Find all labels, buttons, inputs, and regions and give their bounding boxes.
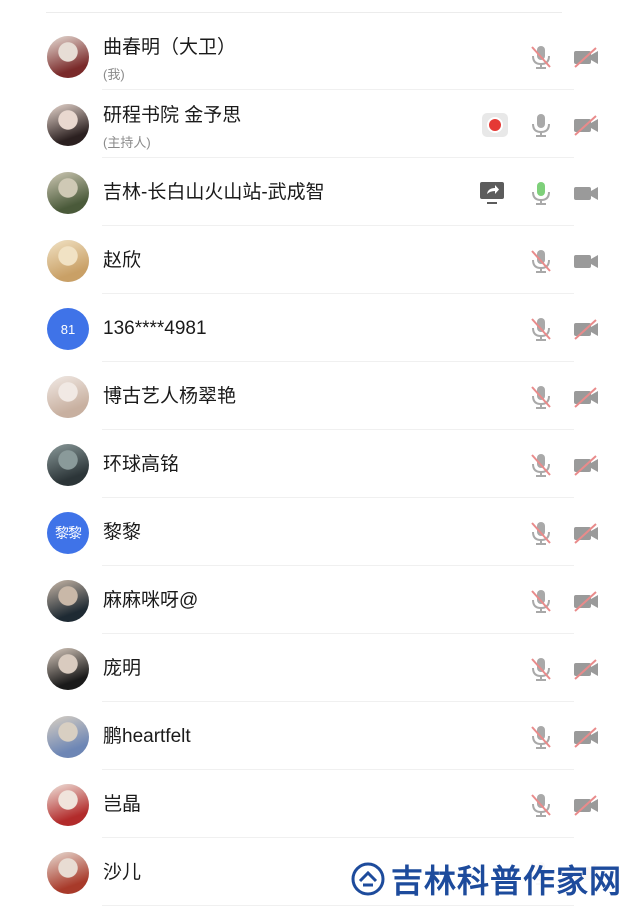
participant-controls (432, 294, 632, 362)
avatar-photo (47, 104, 89, 146)
participant-row[interactable]: 麻麻咪呀@ (0, 566, 632, 634)
avatar-photo (47, 376, 89, 418)
avatar-photo (47, 784, 89, 826)
camera-off-icon[interactable] (572, 519, 600, 547)
top-divider (46, 12, 562, 13)
participant-controls (432, 158, 632, 226)
camera-off-icon[interactable] (572, 791, 600, 819)
mic-muted-icon[interactable] (527, 519, 555, 547)
avatar-photo (47, 444, 89, 486)
participant-row[interactable]: 研程书院 金予思 (主持人) (0, 90, 632, 158)
participant-row[interactable]: 81 136****4981 (0, 294, 632, 362)
participant-row[interactable]: 岂晶 (0, 770, 632, 838)
participant-controls (432, 90, 632, 158)
avatar-photo (47, 716, 89, 758)
camera-off-icon[interactable] (572, 43, 600, 71)
camera-icon[interactable] (572, 179, 600, 207)
avatar (47, 444, 89, 486)
avatar (47, 172, 89, 214)
avatar: 黎黎 (47, 512, 89, 554)
watermark-text: 吉林科普作家网 (390, 863, 622, 899)
participant-row[interactable]: 黎黎 黎黎 (0, 498, 632, 566)
participant-controls (432, 362, 632, 430)
mic-muted-icon[interactable] (527, 383, 555, 411)
avatar-photo (47, 648, 89, 690)
participant-name: 黎黎 (103, 522, 142, 543)
avatar-photo (47, 36, 89, 78)
participant-name: 136****4981 (103, 318, 207, 339)
participant-controls (432, 702, 632, 770)
participant-row[interactable]: 庞明 (0, 634, 632, 702)
camera-off-icon[interactable] (572, 383, 600, 411)
participant-controls (432, 430, 632, 498)
camera-off-icon[interactable] (572, 111, 600, 139)
mic-speaking-icon[interactable] (527, 179, 555, 207)
participant-controls (432, 566, 632, 634)
participant-controls (432, 498, 632, 566)
participant-name: 吉林-长白山火山站-武成智 (103, 182, 325, 203)
participant-row[interactable]: 赵欣 (0, 226, 632, 294)
mic-muted-icon[interactable] (527, 247, 555, 275)
camera-off-icon[interactable] (572, 655, 600, 683)
participant-row[interactable]: 环球高铭 (0, 430, 632, 498)
mic-muted-icon[interactable] (527, 723, 555, 751)
participant-name: 环球高铭 (103, 454, 180, 475)
avatar (47, 852, 89, 894)
participant-name: 赵欣 (103, 250, 142, 271)
participant-row[interactable]: 曲春明（大卫） (我) (0, 22, 632, 90)
avatar (47, 580, 89, 622)
participant-row[interactable]: 吉林-长白山火山站-武成智 (0, 158, 632, 226)
camera-off-icon[interactable] (572, 587, 600, 615)
avatar (47, 36, 89, 78)
mic-muted-icon[interactable] (527, 587, 555, 615)
mic-muted-icon[interactable] (527, 655, 555, 683)
mic-muted-icon[interactable] (527, 315, 555, 343)
participant-row[interactable]: 鹏heartfelt (0, 702, 632, 770)
camera-off-icon[interactable] (572, 451, 600, 479)
recording-icon[interactable] (481, 111, 509, 139)
participant-controls (432, 226, 632, 294)
avatar-photo (47, 240, 89, 282)
participant-role: (主持人) (103, 135, 151, 150)
camera-off-icon[interactable] (572, 723, 600, 751)
camera-icon[interactable] (572, 247, 600, 275)
participant-list: 曲春明（大卫） (我) 研程书院 金予思 (主持人) 吉林-长白山火山站-武成智 赵欣 81… (0, 22, 632, 906)
participant-name: 曲春明（大卫） (103, 37, 237, 58)
mic-muted-icon[interactable] (527, 791, 555, 819)
avatar: 81 (47, 308, 89, 350)
participant-name: 博古艺人杨翠艳 (103, 386, 237, 407)
avatar-photo (47, 580, 89, 622)
avatar-photo (47, 852, 89, 894)
mic-muted-icon[interactable] (527, 43, 555, 71)
participant-row[interactable]: 博古艺人杨翠艳 (0, 362, 632, 430)
participant-name: 研程书院 金予思 (103, 105, 242, 126)
avatar (47, 104, 89, 146)
participant-name: 麻麻咪呀@ (103, 590, 199, 611)
avatar (47, 648, 89, 690)
watermark: 吉林科普作家网 (344, 857, 626, 901)
avatar (47, 240, 89, 282)
avatar-photo (47, 172, 89, 214)
avatar (47, 376, 89, 418)
participant-controls (432, 634, 632, 702)
camera-off-icon[interactable] (572, 315, 600, 343)
participant-controls (432, 22, 632, 90)
site-logo-icon (351, 862, 385, 896)
participant-name: 鹏heartfelt (103, 726, 191, 747)
participant-name: 沙儿 (103, 862, 142, 883)
mic-icon[interactable] (527, 111, 555, 139)
participant-role: (我) (103, 67, 125, 82)
screen-share-icon[interactable] (478, 179, 506, 207)
participant-controls (432, 770, 632, 838)
participant-name: 岂晶 (103, 794, 142, 815)
avatar (47, 784, 89, 826)
participant-name: 庞明 (103, 658, 142, 679)
mic-muted-icon[interactable] (527, 451, 555, 479)
avatar (47, 716, 89, 758)
